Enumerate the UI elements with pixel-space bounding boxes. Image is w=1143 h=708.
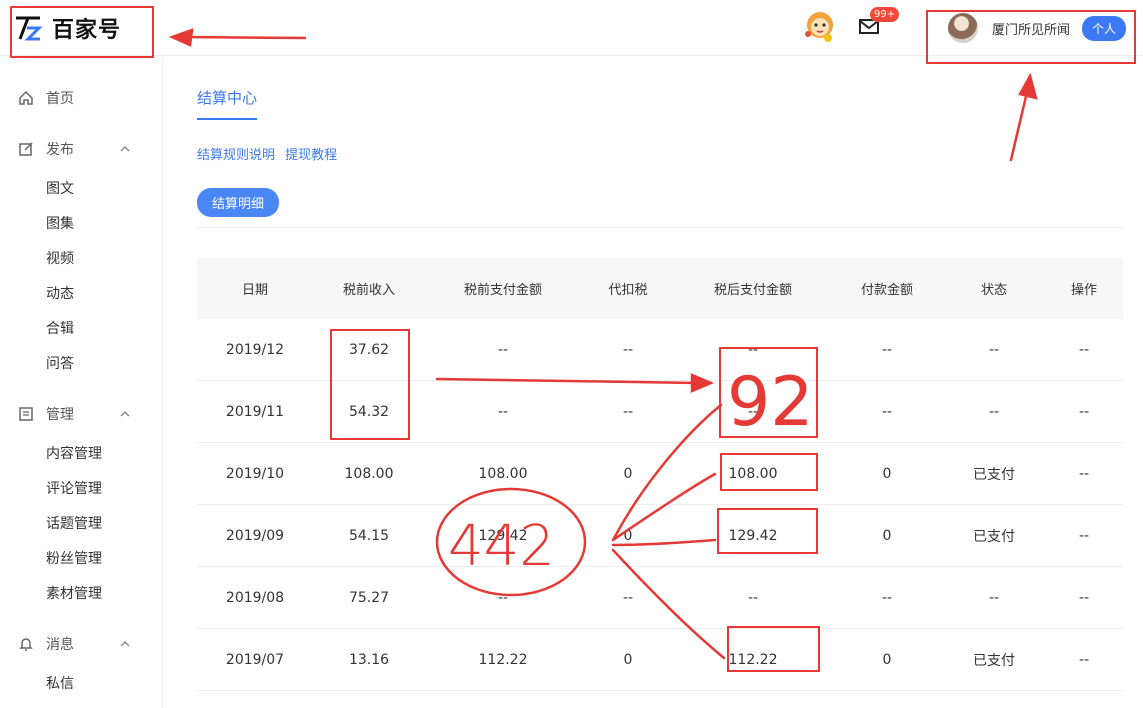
handwritten-442: 442 <box>448 514 555 579</box>
handwritten-92: 92 <box>727 363 814 442</box>
annotation-strokes: 92 442 <box>168 28 1038 660</box>
